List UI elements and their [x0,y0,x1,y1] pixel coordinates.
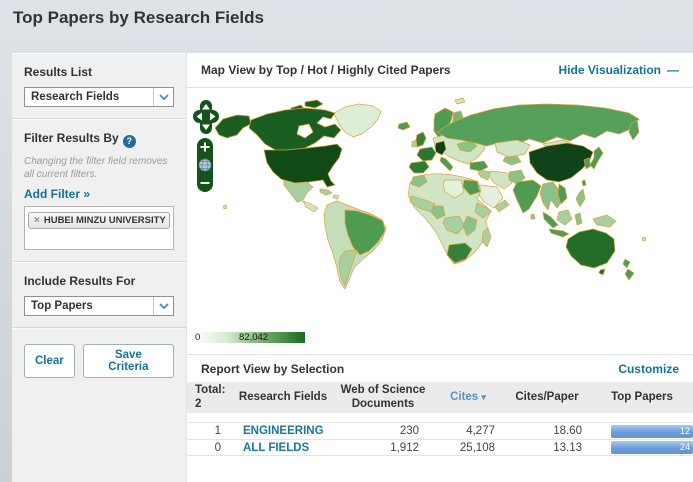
top-papers-bar: 24 [611,441,693,454]
include-results-section: Include Results For Top Papers [12,262,186,328]
zoom-globe-icon [199,159,211,171]
top-papers-bar: 12 [611,425,693,438]
table-row: 1 ENGINEERING 230 4,277 18.60 12 [187,422,693,439]
column-header-top-papers[interactable]: Top Papers [591,389,693,406]
main-panel: Map View by Top / Hot / Highly Cited Pap… [187,53,693,482]
map-header: Map View by Top / Hot / Highly Cited Pap… [187,53,693,88]
legend-min-value: 0 [195,332,200,343]
filter-note: Changing the filter field removes all cu… [24,155,174,181]
actions-section: Clear Save Criteria [12,328,186,389]
report-title: Report View by Selection [201,362,344,376]
sidebar: Results List Research Fields Filter Resu… [12,53,187,482]
collapse-icon[interactable]: — [667,63,679,77]
results-list-label: Results List [24,65,174,79]
world-map-choropleth[interactable] [187,88,693,338]
cites-value: 4,277 [433,425,503,437]
cites-per-paper-value: 13.13 [503,442,591,454]
research-field-link[interactable]: ENGINEERING [233,425,333,437]
column-header-cites-per-paper[interactable]: Cites/Paper [503,389,591,406]
app-panel: Results List Research Fields Filter Resu… [12,53,693,482]
map-zoom-control[interactable] [197,138,213,192]
include-results-label: Include Results For [24,274,174,288]
include-results-selected: Top Papers [25,300,153,312]
remove-filter-icon[interactable]: × [34,215,40,226]
add-filter-link[interactable]: Add Filter » [24,187,174,201]
total-count-label: Total: 2 [187,382,233,412]
map-view-title: Map View by Top / Hot / Highly Cited Pap… [201,63,451,77]
documents-value: 230 [333,425,433,437]
column-header-research-fields[interactable]: Research Fields [233,389,333,406]
report-section: Report View by Selection Customize Total… [187,354,693,482]
clear-button[interactable]: Clear [24,344,75,378]
filter-tag[interactable]: × HUBEI MINZU UNIVERSITY [28,212,170,229]
row-rank: 1 [187,425,233,437]
results-list-section: Results List Research Fields [12,53,186,119]
table-header-row: Total: 2 Research Fields Web of Science … [187,382,693,413]
filter-section: Filter Results By? Changing the filter f… [12,119,186,262]
chevron-down-icon[interactable] [153,297,173,315]
hide-visualization-link[interactable]: Hide Visualization— [559,63,679,77]
cites-per-paper-value: 18.60 [503,425,591,437]
include-results-dropdown[interactable]: Top Papers [24,296,174,316]
map-color-legend: 0 82,042 [193,332,305,343]
save-criteria-button[interactable]: Save Criteria [83,344,174,378]
filter-label: Filter Results By? [24,131,174,148]
cites-value: 25,108 [433,442,503,454]
map-visualization: 0 82,042 [187,88,693,354]
map-pan-control[interactable] [193,100,219,134]
report-header: Report View by Selection Customize [187,355,693,382]
filter-box: × HUBEI MINZU UNIVERSITY [24,206,174,250]
row-rank: 0 [187,442,233,454]
results-list-selected: Research Fields [25,91,153,103]
page-title: Top Papers by Research Fields [13,8,264,28]
filter-tag-label: HUBEI MINZU UNIVERSITY [44,215,166,226]
sort-descending-icon: ▾ [481,392,486,402]
chevron-down-icon[interactable] [153,88,173,106]
table-row: 0 ALL FIELDS 1,912 25,108 13.13 24 [187,439,693,456]
table-spacer [187,413,693,422]
column-header-cites-sorted[interactable]: Cites ▾ [433,389,503,406]
research-field-link[interactable]: ALL FIELDS [233,442,333,454]
documents-value: 1,912 [333,442,433,454]
help-icon[interactable]: ? [123,135,136,148]
customize-link[interactable]: Customize [618,362,679,376]
column-header-documents[interactable]: Web of Science Documents [333,382,433,412]
legend-max-value: 82,042 [239,332,268,343]
results-list-dropdown[interactable]: Research Fields [24,87,174,107]
